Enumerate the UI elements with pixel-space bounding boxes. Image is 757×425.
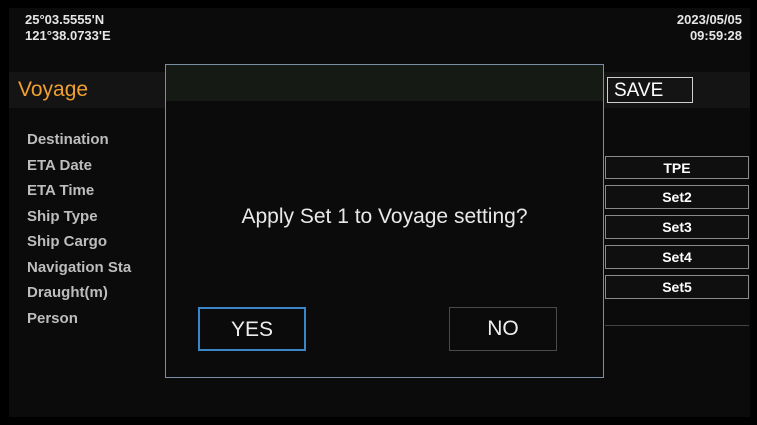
field-label-destination: Destination (27, 131, 109, 148)
preset-list: TPE Set2 Set3 Set4 Set5 (605, 156, 749, 305)
longitude: 121°38.0733'E (25, 28, 111, 43)
yes-button[interactable]: YES (198, 307, 306, 351)
page-title: Voyage (18, 78, 89, 101)
preset-item[interactable]: Set2 (605, 185, 749, 209)
save-button[interactable]: SAVE (607, 77, 693, 103)
time: 09:59:28 (689, 28, 742, 43)
preset-item[interactable]: TPE (605, 156, 749, 179)
gps-position: 25°03.5555'N 121°38.0733'E (25, 12, 111, 44)
dialog-message: Apply Set 1 to Voyage setting? (241, 205, 528, 228)
field-label-eta-time: ETA Time (27, 182, 95, 199)
field-label-ship-cargo: Ship Cargo (27, 233, 108, 250)
field-label-draught: Draught(m) (27, 284, 108, 301)
divider (605, 325, 749, 326)
dialog-header (166, 65, 603, 101)
field-label-person: Person (27, 309, 78, 327)
preset-item[interactable]: Set3 (605, 215, 749, 239)
date-time: 2023/05/05 09:59:28 (677, 12, 742, 44)
field-label-eta-date: ETA Date (27, 156, 93, 174)
date: 2023/05/05 (676, 12, 742, 27)
latitude: 25°03.5555'N (25, 12, 105, 27)
field-label-ship-type: Ship Type (27, 207, 98, 225)
no-button[interactable]: NO (449, 307, 557, 351)
preset-item[interactable]: Set4 (605, 245, 749, 269)
preset-item[interactable]: Set5 (605, 275, 749, 299)
field-labels: Destination ETA Date ETA Time Ship Type … (27, 127, 131, 331)
confirm-dialog: Apply Set 1 to Voyage setting? YES NO (165, 64, 604, 378)
field-label-navigation-status: Navigation Sta (27, 258, 132, 276)
